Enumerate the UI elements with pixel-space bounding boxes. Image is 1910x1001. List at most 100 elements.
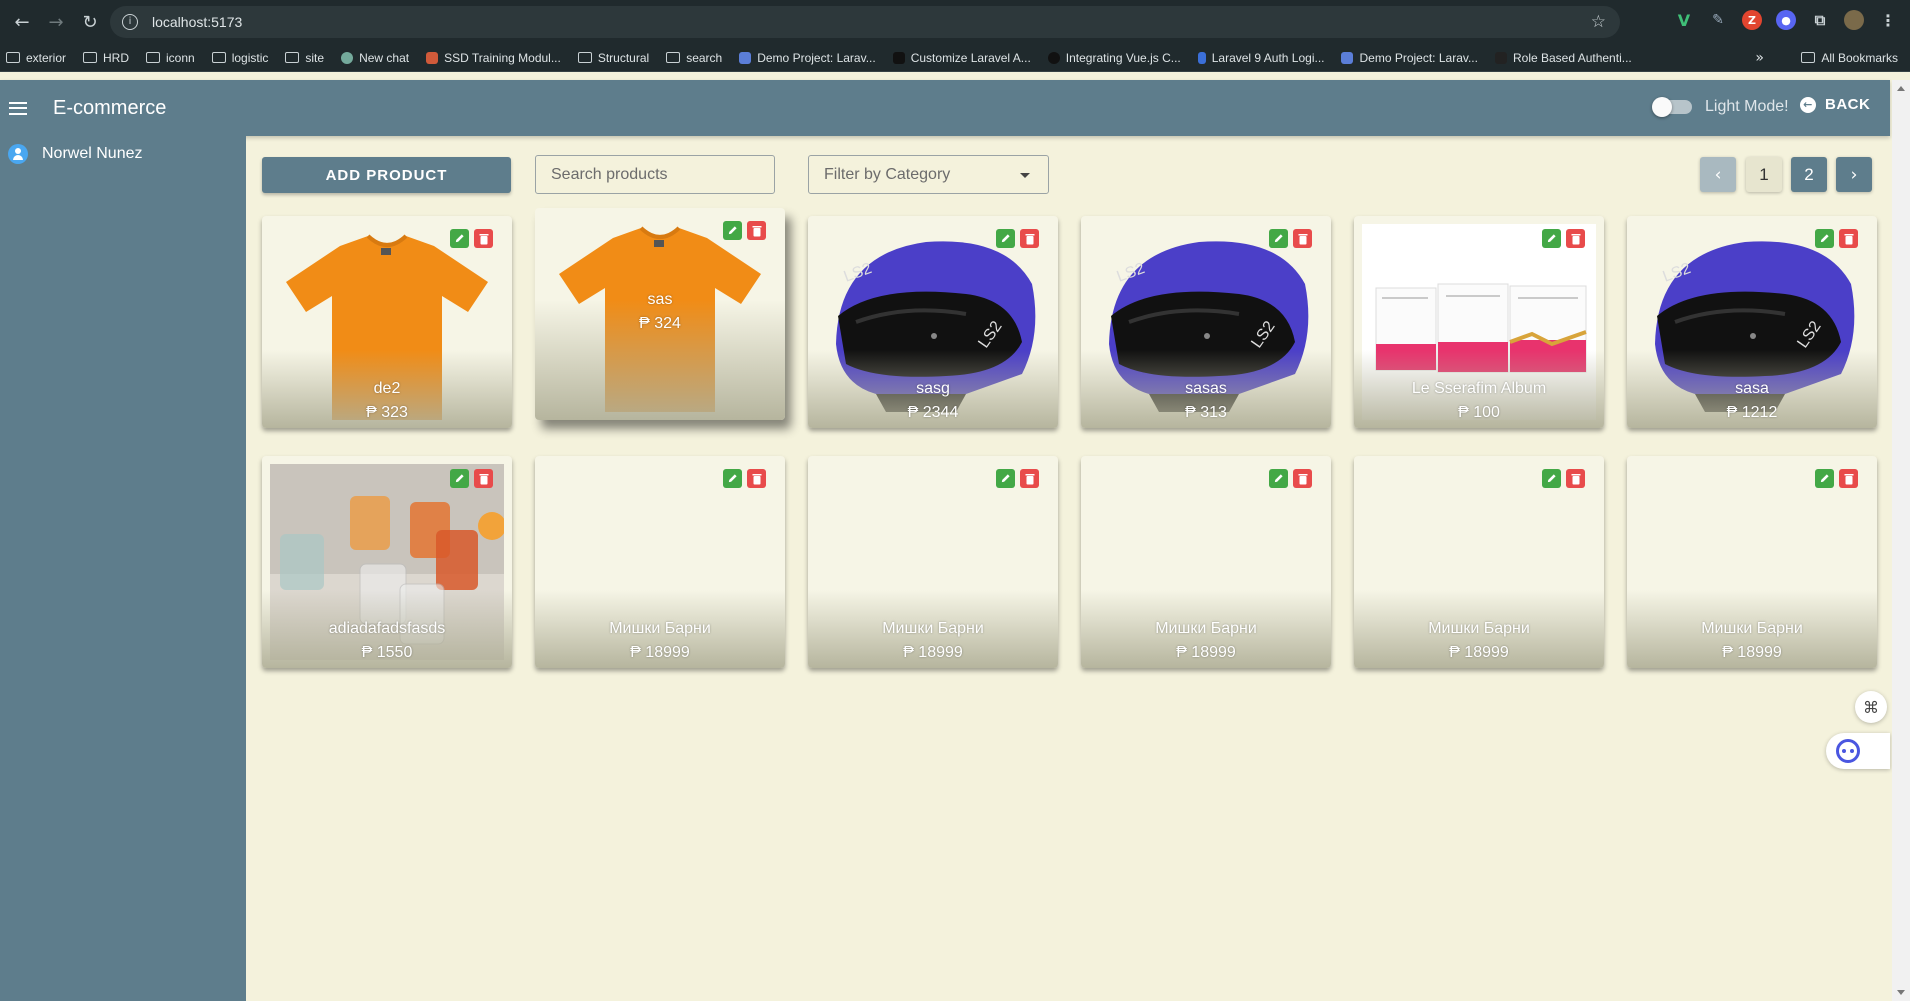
bookmark-item[interactable]: iconn [146, 51, 195, 65]
page-button-1[interactable]: 1 [1746, 157, 1782, 192]
bookmark-item[interactable]: Demo Project: Larav... [739, 51, 876, 65]
product-price: ₱ 18999 [903, 644, 963, 661]
folder-icon [6, 52, 20, 63]
delete-icon[interactable] [1839, 229, 1858, 248]
delete-icon[interactable] [1293, 469, 1312, 488]
edit-icon[interactable] [1815, 469, 1834, 488]
edit-icon[interactable] [1269, 469, 1288, 488]
edit-icon[interactable] [723, 221, 742, 240]
edit-icon[interactable] [1815, 229, 1834, 248]
all-bookmarks[interactable]: All Bookmarks [1801, 51, 1898, 65]
scroll-down-arrow-icon[interactable] [1897, 990, 1905, 995]
chatgpt-icon [341, 51, 354, 64]
search-placeholder: Search products [551, 165, 668, 183]
address-bar[interactable]: i localhost:5173 ☆ [110, 6, 1620, 38]
add-product-button[interactable]: ADD PRODUCT [262, 157, 511, 193]
bookmark-item[interactable]: Customize Laravel A... [892, 51, 1031, 65]
edit-icon[interactable] [450, 469, 469, 488]
product-name: sas [647, 291, 673, 308]
more-bookmarks-icon[interactable]: » [1755, 50, 1764, 66]
bookmark-item[interactable]: SSD Training Modul... [426, 51, 561, 65]
url-text: localhost:5173 [152, 14, 243, 30]
product-name: de2 [373, 380, 401, 397]
product-card[interactable]: Le Sserafim Album ₱ 100 [1354, 216, 1604, 428]
product-card[interactable]: Мишки Барни ₱ 18999 [535, 456, 785, 668]
edit-icon[interactable] [1542, 229, 1561, 248]
product-card[interactable]: de2 ₱ 323 [262, 216, 512, 428]
light-mode-toggle[interactable] [1652, 97, 1692, 117]
bookmark-item[interactable]: Role Based Authenti... [1494, 51, 1632, 65]
delete-icon[interactable] [747, 221, 766, 240]
bookmark-item[interactable]: Demo Project: Larav... [1341, 51, 1478, 65]
product-card[interactable]: LS2 LS2 sasas ₱ 313 [1081, 216, 1331, 428]
zotero-extension-icon[interactable]: Z [1742, 10, 1762, 30]
edit-icon[interactable] [1542, 469, 1561, 488]
bookmark-item[interactable]: Structural [577, 51, 649, 65]
product-card[interactable]: Мишки Барни ₱ 18999 [1081, 456, 1331, 668]
back-button[interactable]: ← BACK [1800, 96, 1870, 113]
product-name: adiadafadsfasds [328, 620, 446, 637]
bookmark-item[interactable]: Integrating Vue.js C... [1047, 51, 1181, 65]
filter-placeholder: Filter by Category [824, 165, 951, 183]
delete-icon[interactable] [1293, 229, 1312, 248]
delete-icon[interactable] [1566, 229, 1585, 248]
back-arrow-icon[interactable]: ← [10, 10, 34, 34]
product-name: sasa [1735, 380, 1769, 397]
product-card[interactable]: adiadafadsfasds ₱ 1550 [262, 456, 512, 668]
reload-icon[interactable]: ↻ [78, 10, 102, 34]
search-input[interactable]: Search products [535, 155, 775, 194]
folder-icon [285, 52, 300, 63]
command-icon[interactable]: ⌘ [1855, 691, 1887, 723]
delete-icon[interactable] [1839, 469, 1858, 488]
edit-icon[interactable] [1269, 229, 1288, 248]
category-filter-select[interactable]: Filter by Category [808, 155, 1049, 194]
vue-extension-icon[interactable]: V [1674, 10, 1694, 30]
puzzle-extension-icon[interactable]: ⧉ [1810, 10, 1830, 30]
user-profile[interactable]: Norwel Nunez [8, 144, 142, 164]
previous-page-button[interactable]: ‹ [1700, 157, 1736, 192]
delete-icon[interactable] [747, 469, 766, 488]
site-info-icon[interactable]: i [122, 14, 138, 30]
product-card[interactable]: LS2 LS2 sasg ₱ 2344 [808, 216, 1058, 428]
delete-icon[interactable] [474, 229, 493, 248]
pen-extension-icon[interactable]: ✎ [1708, 10, 1728, 30]
product-card[interactable]: Мишки Барни ₱ 18999 [1354, 456, 1604, 668]
product-card[interactable]: Мишки Барни ₱ 18999 [808, 456, 1058, 668]
assistant-widget[interactable] [1826, 733, 1890, 769]
bookmark-item[interactable]: HRD [83, 51, 129, 65]
bookmark-item[interactable]: site [285, 51, 324, 65]
product-card[interactable]: LS2 LS2 sasa ₱ 1212 [1627, 216, 1877, 428]
bookmark-item[interactable]: search [666, 51, 722, 65]
edit-icon[interactable] [996, 469, 1015, 488]
next-page-button[interactable]: › [1836, 157, 1872, 192]
bookmark-star-icon[interactable]: ☆ [1591, 12, 1606, 32]
product-price: ₱ 100 [1458, 404, 1500, 421]
product-card[interactable]: sas ₱ 324 [535, 208, 785, 420]
delete-icon[interactable] [1020, 229, 1039, 248]
delete-icon[interactable] [1566, 469, 1585, 488]
product-price: ₱ 324 [639, 315, 681, 332]
product-name: Мишки Барни [882, 620, 984, 637]
edit-icon[interactable] [450, 229, 469, 248]
product-name: Мишки Барни [609, 620, 711, 637]
menu-icon[interactable] [9, 98, 27, 118]
delete-icon[interactable] [474, 469, 493, 488]
user-name: Norwel Nunez [42, 145, 143, 162]
medium-icon [1047, 51, 1060, 64]
browser-menu-icon[interactable]: ⋮ [1878, 10, 1898, 30]
scroll-up-arrow-icon[interactable] [1897, 86, 1905, 91]
delete-icon[interactable] [1020, 469, 1039, 488]
edit-icon[interactable] [996, 229, 1015, 248]
bookmark-item[interactable]: logistic [211, 51, 268, 65]
discord-extension-icon[interactable]: ● [1776, 10, 1796, 30]
product-card[interactable]: Мишки Барни ₱ 18999 [1627, 456, 1877, 668]
forward-arrow-icon[interactable]: → [44, 10, 68, 34]
edit-icon[interactable] [723, 469, 742, 488]
bookmark-item[interactable]: exterior [6, 51, 66, 65]
page-button-2[interactable]: 2 [1791, 157, 1827, 192]
braces-icon [1197, 51, 1206, 64]
bookmark-item[interactable]: Laravel 9 Auth Logi... [1197, 51, 1324, 65]
profile-avatar[interactable] [1844, 10, 1864, 30]
page-scrollbar[interactable] [1892, 80, 1910, 1001]
bookmark-item[interactable]: New chat [341, 51, 409, 65]
